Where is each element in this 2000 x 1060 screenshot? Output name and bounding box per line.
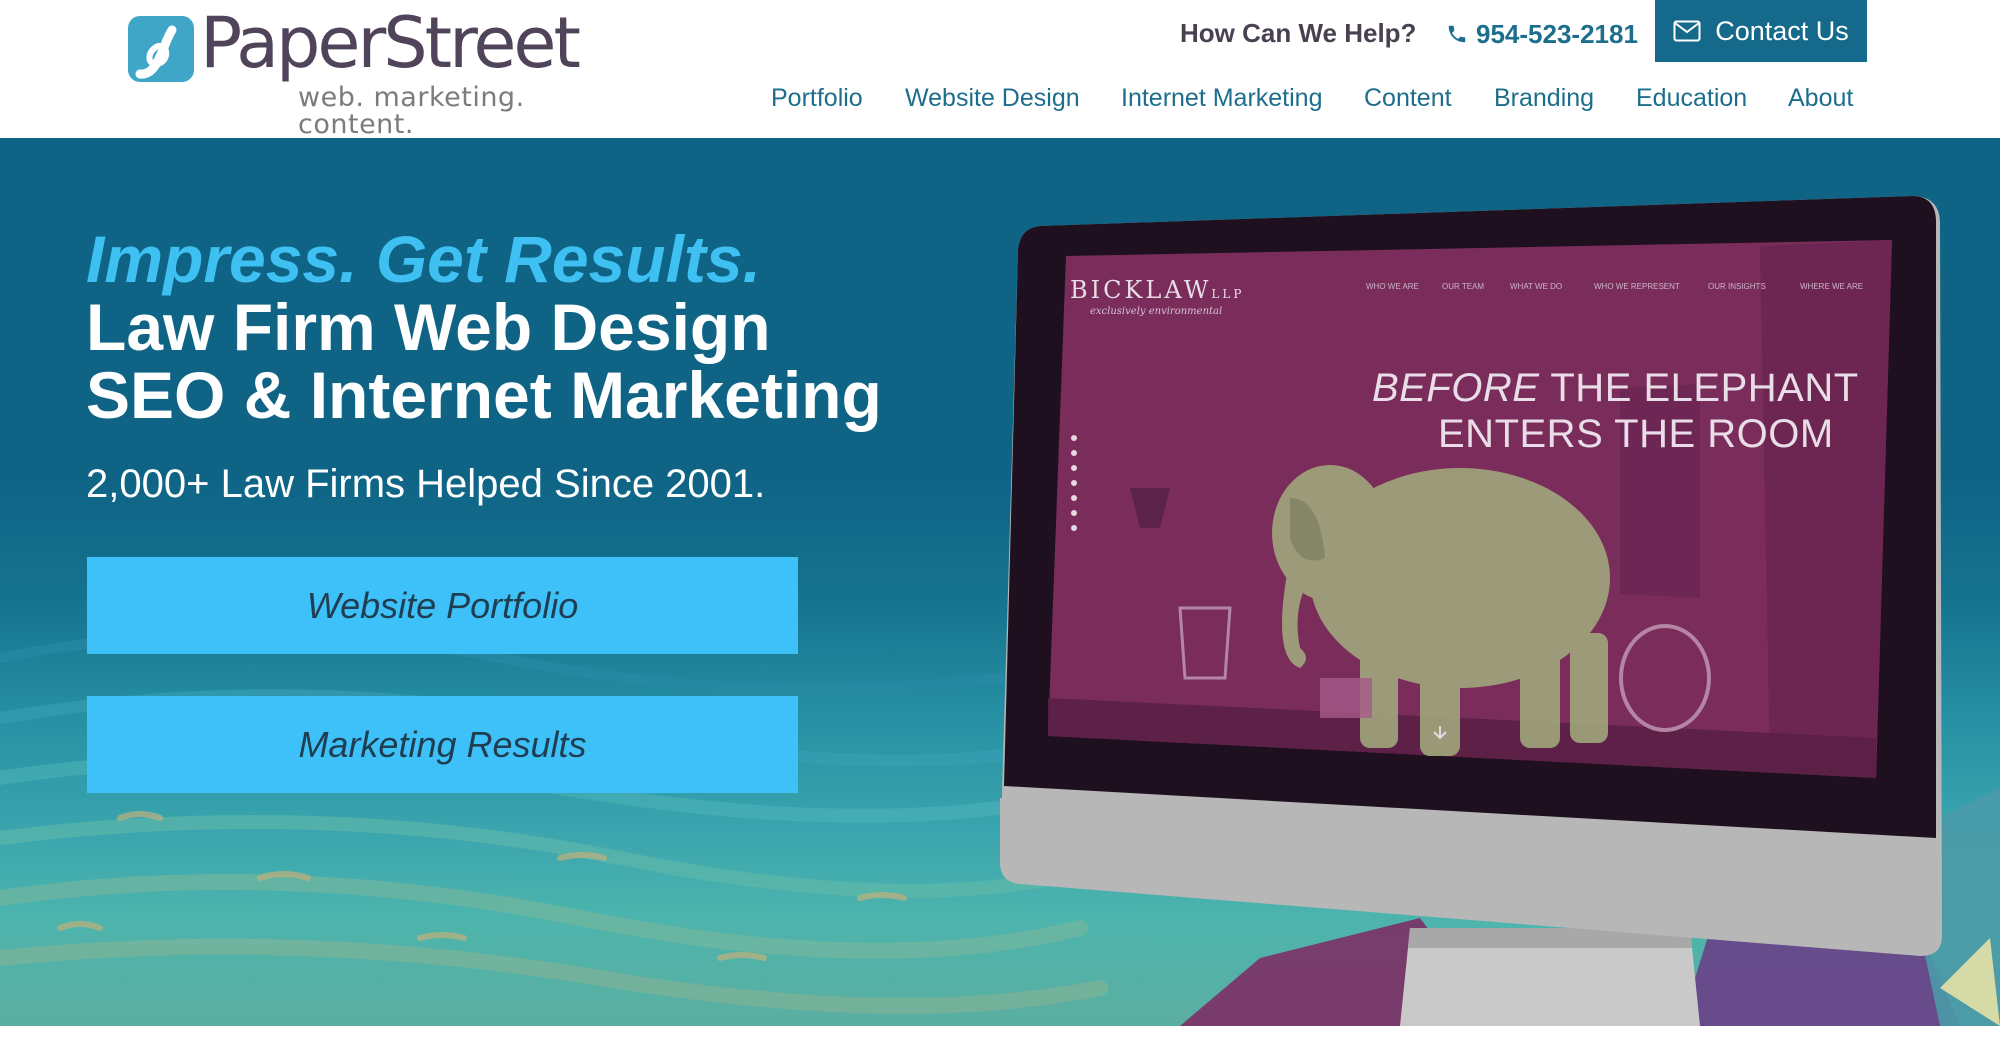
page-bottom-strip: [0, 1026, 2000, 1060]
nav-internet-marketing[interactable]: Internet Marketing: [1121, 84, 1323, 113]
screen-nav-item: WHO WE REPRESENT: [1594, 282, 1680, 291]
nav-education[interactable]: Education: [1636, 84, 1747, 113]
screen-tagline: exclusively environmental: [1090, 306, 1223, 317]
logo-mark-icon: [128, 16, 194, 82]
paperstreet-logo[interactable]: PaperStreet web. marketing. content.: [128, 8, 598, 138]
envelope-icon: [1673, 20, 1701, 42]
screen-headline-line1: BEFORE THE ELEPHANT: [1372, 366, 1859, 410]
phone-icon: [1448, 25, 1466, 43]
logo-wordmark: PaperStreet: [200, 2, 581, 84]
screen-nav-item: WHO WE ARE: [1366, 282, 1419, 291]
hero-section: Impress. Get Results. Law Firm Web Desig…: [0, 138, 2000, 1026]
site-header: PaperStreet web. marketing. content. How…: [0, 0, 2000, 138]
contact-us-button[interactable]: Contact Us: [1655, 0, 1867, 62]
screen-nav-item: WHAT WE DO: [1510, 282, 1563, 291]
screen-nav-item: OUR TEAM: [1442, 282, 1485, 291]
contact-us-label: Contact Us: [1715, 15, 1849, 46]
logo-tagline: web. marketing. content.: [298, 82, 525, 140]
screen-nav-item: OUR INSIGHTS: [1708, 282, 1766, 291]
nav-website-design[interactable]: Website Design: [905, 84, 1080, 113]
screen-brand-logo: BICKLAWLLP: [1070, 276, 1245, 304]
phone-link[interactable]: 954-523-2181: [1446, 18, 1638, 49]
nav-content[interactable]: Content: [1364, 84, 1452, 113]
screen-headline-line2: ENTERS THE ROOM: [1438, 412, 1834, 456]
screen-nav-item: WHERE WE ARE: [1800, 282, 1864, 291]
nav-about[interactable]: About: [1788, 84, 1853, 113]
nav-portfolio[interactable]: Portfolio: [771, 84, 863, 113]
phone-number: 954-523-2181: [1476, 18, 1638, 49]
monitor-mockup-image: [1000, 196, 1942, 1026]
help-prompt: How Can We Help?: [1180, 18, 1417, 48]
nav-branding[interactable]: Branding: [1494, 84, 1594, 113]
